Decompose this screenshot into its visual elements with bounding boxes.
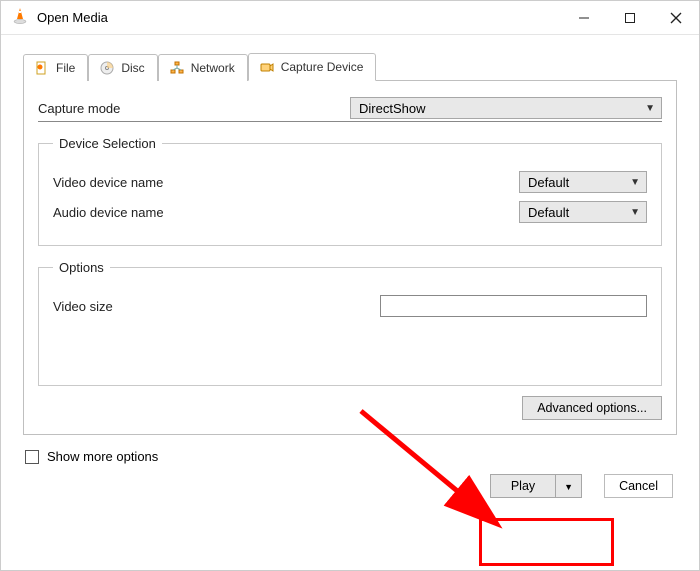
- capture-mode-value: DirectShow: [359, 101, 425, 116]
- show-more-options-label: Show more options: [47, 449, 158, 464]
- disc-icon: [99, 60, 115, 76]
- tab-label: Network: [191, 61, 235, 75]
- dialog-footer: Play ▼ Cancel: [23, 474, 677, 498]
- capture-mode-dropdown[interactable]: DirectShow ▼: [350, 97, 662, 119]
- tab-label: Capture Device: [281, 60, 364, 74]
- play-split-button: Play ▼: [490, 474, 582, 498]
- window-title: Open Media: [37, 10, 108, 25]
- audio-device-value: Default: [528, 205, 569, 220]
- cancel-button-label: Cancel: [619, 479, 658, 493]
- minimize-button[interactable]: [561, 1, 607, 35]
- cancel-button[interactable]: Cancel: [604, 474, 673, 498]
- chevron-down-icon: ▼: [645, 103, 655, 114]
- advanced-options-label: Advanced options...: [537, 401, 647, 415]
- chevron-down-icon: ▼: [630, 177, 640, 188]
- video-size-input[interactable]: [380, 295, 647, 317]
- annotation-highlight-box: [479, 518, 614, 566]
- tab-disc[interactable]: Disc: [88, 54, 157, 81]
- show-more-options-checkbox[interactable]: [25, 450, 39, 464]
- tab-capture-device[interactable]: Capture Device: [248, 53, 377, 81]
- video-device-label: Video device name: [53, 175, 163, 190]
- titlebar: Open Media: [1, 1, 699, 35]
- chevron-down-icon: ▼: [630, 207, 640, 218]
- video-device-dropdown[interactable]: Default ▼: [519, 171, 647, 193]
- tab-network[interactable]: Network: [158, 54, 248, 81]
- audio-device-label: Audio device name: [53, 205, 164, 220]
- device-selection-legend: Device Selection: [53, 136, 162, 151]
- app-icon: [11, 7, 29, 28]
- network-icon: [169, 60, 185, 76]
- tab-file[interactable]: File: [23, 54, 88, 81]
- options-group: Options Video size: [38, 260, 662, 386]
- chevron-down-icon: ▼: [564, 482, 573, 492]
- close-button[interactable]: [653, 1, 699, 35]
- tab-label: File: [56, 61, 75, 75]
- options-legend: Options: [53, 260, 110, 275]
- advanced-options-button[interactable]: Advanced options...: [522, 396, 662, 420]
- audio-device-dropdown[interactable]: Default ▼: [519, 201, 647, 223]
- tab-strip: File Disc Network Capture Device: [23, 51, 677, 81]
- maximize-button[interactable]: [607, 1, 653, 35]
- capture-mode-label: Capture mode: [38, 101, 350, 116]
- play-button[interactable]: Play: [490, 474, 556, 498]
- play-button-label: Play: [511, 479, 535, 493]
- capture-device-icon: [259, 59, 275, 75]
- capture-device-panel: Capture mode DirectShow ▼ Device Selecti…: [23, 81, 677, 435]
- video-size-label: Video size: [53, 299, 380, 314]
- play-dropdown-button[interactable]: ▼: [556, 474, 582, 498]
- file-icon: [34, 60, 50, 76]
- video-device-value: Default: [528, 175, 569, 190]
- device-selection-group: Device Selection Video device name Defau…: [38, 136, 662, 246]
- tab-label: Disc: [121, 61, 144, 75]
